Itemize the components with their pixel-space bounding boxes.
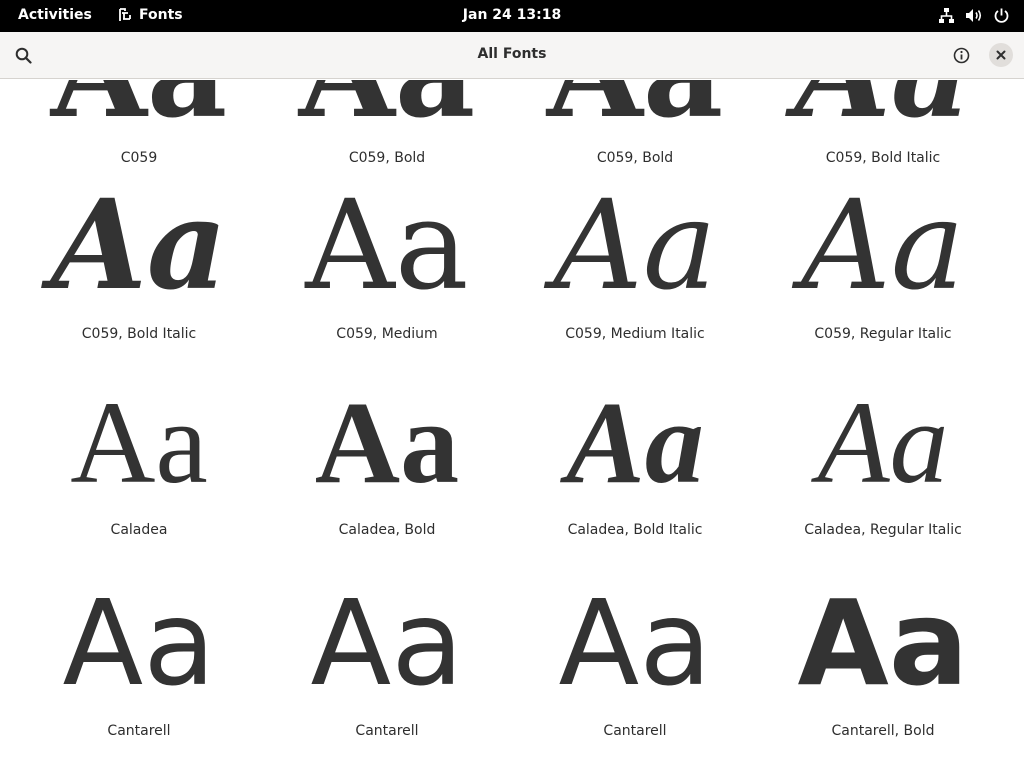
clock[interactable]: Jan 24 13:18 — [463, 7, 561, 23]
window-title: All Fonts — [477, 46, 547, 62]
font-sample: Aa — [797, 574, 969, 712]
font-name: C059, Bold Italic — [825, 150, 941, 166]
font-name: Caladea — [110, 522, 168, 538]
network-icon[interactable] — [938, 7, 955, 24]
font-name: Cantarell — [603, 723, 667, 739]
volume-icon[interactable] — [965, 7, 983, 24]
font-name: C059 — [120, 150, 158, 166]
font-sample: Aa — [511, 80, 759, 136]
header-bar: All Fonts — [0, 32, 1024, 79]
top-bar: Activities Fonts Jan 24 13:18 — [0, 0, 1024, 32]
info-button[interactable] — [946, 40, 976, 70]
close-button[interactable] — [989, 43, 1013, 67]
font-name: C059, Medium — [336, 326, 438, 342]
font-name: Caladea, Regular Italic — [804, 522, 962, 538]
font-name: C059, Bold — [348, 150, 426, 166]
fonts-app-icon — [119, 8, 131, 21]
font-name: C059, Bold — [596, 150, 674, 166]
font-sample: Aa — [553, 174, 717, 318]
power-icon[interactable] — [993, 7, 1010, 24]
font-sample: Aa — [263, 80, 511, 136]
font-sample: Aa — [817, 377, 949, 508]
search-icon — [15, 47, 32, 64]
font-sample: Aa — [566, 377, 704, 508]
search-button[interactable] — [8, 40, 38, 70]
info-icon — [953, 47, 969, 63]
font-name: Cantarell — [355, 723, 419, 739]
font-sample: Aa — [15, 80, 263, 136]
app-menu-label: Fonts — [139, 7, 183, 23]
font-name: C059, Bold Italic — [81, 326, 197, 342]
close-icon — [996, 50, 1006, 60]
font-name: Cantarell — [107, 723, 171, 739]
font-sample: Aa — [759, 80, 1007, 136]
font-name: Caladea, Bold Italic — [567, 522, 703, 538]
font-sample: Aa — [558, 574, 712, 712]
font-sample: Aa — [801, 174, 965, 318]
font-sample: Aa — [62, 574, 216, 712]
activities-button[interactable]: Activities — [18, 7, 92, 23]
font-sample: Aa — [70, 377, 208, 508]
font-name: C059, Medium Italic — [565, 326, 705, 342]
font-name: Cantarell, Bold — [831, 723, 935, 739]
font-name: C059, Regular Italic — [814, 326, 952, 342]
font-sample: Aa — [50, 173, 228, 318]
font-sample: Aa — [310, 574, 464, 712]
font-name: Caladea, Bold — [338, 522, 436, 538]
app-menu[interactable]: Fonts — [118, 7, 183, 23]
font-sample: Aa — [314, 377, 460, 508]
font-sample: Aa — [305, 174, 469, 318]
font-grid-view[interactable]: Aa C059 Aa C059, Bold Aa C059, Bold Aa C… — [0, 80, 1024, 768]
system-tray[interactable] — [928, 7, 1010, 24]
